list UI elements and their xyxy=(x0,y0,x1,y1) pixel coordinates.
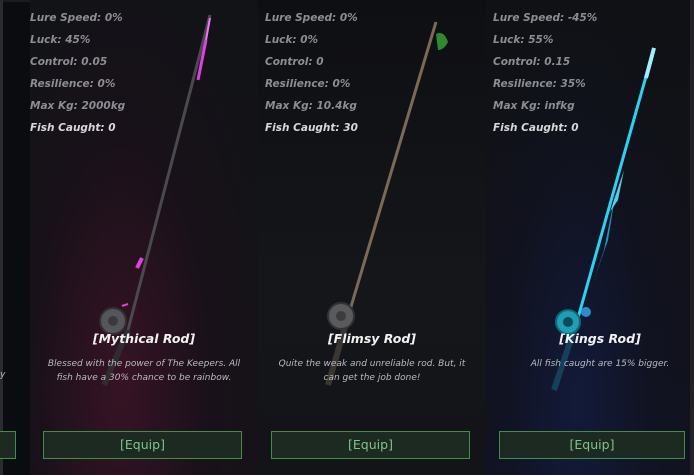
rod-description: All fish caught are 15% bigger. xyxy=(530,359,670,369)
stat-fish-caught: Fish Caught: 30 xyxy=(265,122,358,134)
stat-lure-speed: Lure Speed: -45% xyxy=(493,12,598,24)
stat-control: Control: 0.15 xyxy=(493,56,571,68)
stat-luck: Luck: 0% xyxy=(265,34,319,46)
rod-shaft xyxy=(348,21,438,311)
rod-name: [Mythical Rod] xyxy=(92,331,196,346)
leaf-icon xyxy=(436,33,448,50)
rod-description: Blessed with the power of The Keepers. A… xyxy=(47,359,241,383)
rod-tip-glow xyxy=(644,47,656,79)
rod-name: [Kings Rod] xyxy=(559,331,641,346)
frame-right xyxy=(690,0,694,475)
rod-name: [Flimsy Rod] xyxy=(327,331,417,346)
stats-panel: Lure Speed: -45% Luck: 55% Control: 0.15… xyxy=(493,9,597,141)
stat-resilience: Resilience: 0% xyxy=(30,78,116,90)
frame-left xyxy=(0,0,3,475)
stat-lure-speed: Lure Speed: 0% xyxy=(30,12,123,24)
stat-luck: Luck: 55% xyxy=(493,34,554,46)
rod-shaft xyxy=(126,14,212,331)
stat-max-kg: Max Kg: infkg xyxy=(493,100,575,112)
stats-panel: Lure Speed: 0% Luck: 0% Control: 0 Resil… xyxy=(265,9,358,141)
equip-button[interactable]: [Equip] xyxy=(43,431,242,459)
stat-fish-caught: Fish Caught: 0 xyxy=(30,122,116,134)
rod-card-kings: Lure Speed: -45% Luck: 55% Control: 0.15… xyxy=(486,0,690,475)
partial-equip-button[interactable] xyxy=(0,431,16,459)
rod-description: Quite the weak and unreliable rod. But, … xyxy=(278,359,466,383)
rod-card-mythical: Lure Speed: 0% Luck: 45% Control: 0.05 R… xyxy=(30,0,258,475)
stats-panel: Lure Speed: 0% Luck: 45% Control: 0.05 R… xyxy=(30,9,125,141)
stat-control: Control: 0 xyxy=(265,56,324,68)
stat-control: Control: 0.05 xyxy=(30,56,108,68)
stat-max-kg: Max Kg: 2000kg xyxy=(30,100,126,112)
stat-resilience: Resilience: 35% xyxy=(493,78,586,90)
stat-max-kg: Max Kg: 10.4kg xyxy=(265,100,357,112)
stat-luck: Luck: 45% xyxy=(30,34,91,46)
stat-lure-speed: Lure Speed: 0% xyxy=(265,12,358,24)
partial-description: y xyxy=(0,370,6,380)
stat-fish-caught: Fish Caught: 0 xyxy=(493,122,579,134)
equip-button[interactable]: [Equip] xyxy=(271,431,470,459)
equip-button[interactable]: [Equip] xyxy=(499,431,685,459)
stat-resilience: Resilience: 0% xyxy=(265,78,351,90)
rod-card-flimsy: Lure Speed: 0% Luck: 0% Control: 0 Resil… xyxy=(258,0,486,475)
